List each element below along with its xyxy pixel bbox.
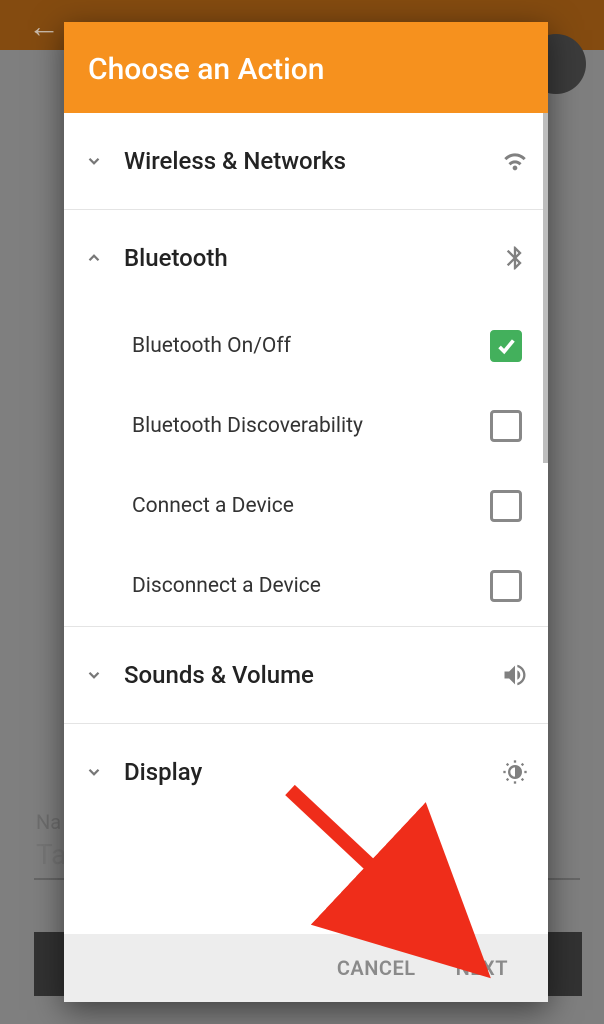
item-disconnect-device[interactable]: Disconnect a Device <box>64 546 540 626</box>
item-connect-device[interactable]: Connect a Device <box>64 466 540 546</box>
section-title: Bluetooth <box>116 244 490 272</box>
brightness-icon <box>490 758 540 786</box>
item-bluetooth-onoff[interactable]: Bluetooth On/Off <box>64 306 540 386</box>
cancel-button[interactable]: CANCEL <box>337 956 416 980</box>
section-header-wireless[interactable]: Wireless & Networks <box>64 113 540 209</box>
section-title: Wireless & Networks <box>116 147 490 175</box>
section-wireless-networks: Wireless & Networks <box>64 113 548 210</box>
section-header-bluetooth[interactable]: Bluetooth <box>64 210 540 306</box>
checkbox-unchecked[interactable] <box>490 410 522 442</box>
checkbox-unchecked[interactable] <box>490 490 522 522</box>
next-button[interactable]: NEXT <box>456 956 508 980</box>
chevron-down-icon <box>72 152 116 170</box>
chevron-down-icon <box>72 763 116 781</box>
bg-name-label: Na <box>36 810 61 834</box>
item-label: Bluetooth On/Off <box>132 334 490 358</box>
item-label: Bluetooth Discoverability <box>132 414 490 438</box>
section-sounds-volume: Sounds & Volume <box>64 627 548 724</box>
section-header-display[interactable]: Display <box>64 724 540 820</box>
section-title: Sounds & Volume <box>116 661 490 689</box>
back-arrow-icon: ← <box>28 10 60 42</box>
scrollbar[interactable] <box>543 113 548 463</box>
checkbox-unchecked[interactable] <box>490 570 522 602</box>
section-display: Display <box>64 724 548 820</box>
checkbox-checked[interactable] <box>490 330 522 362</box>
item-label: Disconnect a Device <box>132 574 490 598</box>
section-title: Display <box>116 758 490 786</box>
section-header-sounds[interactable]: Sounds & Volume <box>64 627 540 723</box>
section-bluetooth: Bluetooth Bluetooth On/Off Bluetooth Dis… <box>64 210 548 627</box>
bg-name-field: Ta <box>36 838 66 871</box>
dialog-footer: CANCEL NEXT <box>64 934 548 1002</box>
wifi-icon <box>490 147 540 175</box>
dialog-title: Choose an Action <box>64 22 548 113</box>
choose-action-dialog: Choose an Action Wireless & Networks Blu <box>64 22 548 1002</box>
bluetooth-icon <box>490 244 540 272</box>
volume-icon <box>490 661 540 689</box>
item-bluetooth-discoverability[interactable]: Bluetooth Discoverability <box>64 386 540 466</box>
chevron-down-icon <box>72 666 116 684</box>
dialog-body[interactable]: Wireless & Networks Bluetooth Bluetooth … <box>64 113 548 934</box>
item-label: Connect a Device <box>132 494 490 518</box>
chevron-up-icon <box>72 249 116 267</box>
